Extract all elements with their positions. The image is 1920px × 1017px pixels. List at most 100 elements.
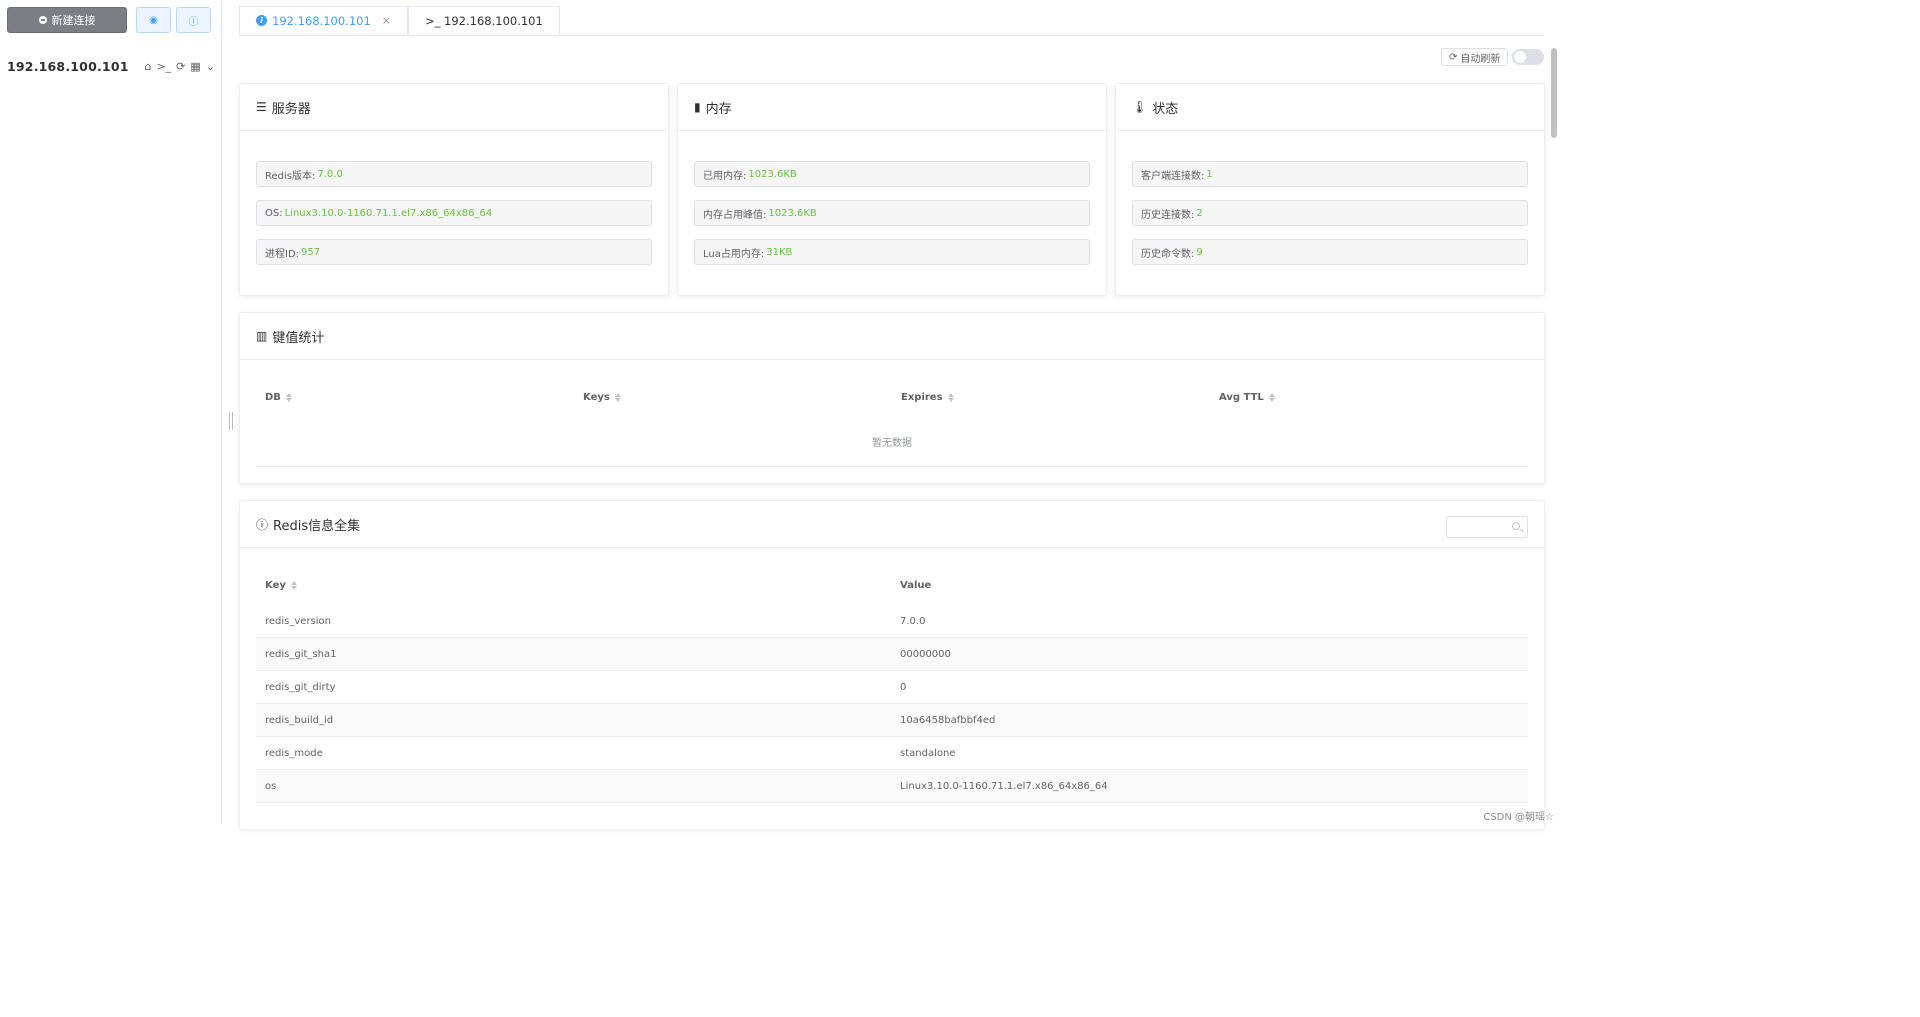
table-row[interactable]: redis_mode standalone xyxy=(256,737,1528,770)
watermark: CSDN @朝瑶☆ xyxy=(1483,812,1554,823)
bar-chart-icon: ▥ xyxy=(256,329,268,343)
connection-name: 192.168.100.101 xyxy=(7,58,129,74)
table-row[interactable]: redis_version 7.0.0 xyxy=(256,605,1528,638)
sort-icon[interactable] xyxy=(614,392,621,402)
tab-divider xyxy=(239,35,1544,36)
auto-refresh-toggle[interactable] xyxy=(1512,49,1544,65)
field-value: 957 xyxy=(301,246,321,258)
thermometer-icon: 🌡︎ xyxy=(1132,100,1148,114)
column-label: Keys xyxy=(583,391,610,403)
auto-refresh-label: 自动刷新 xyxy=(1460,53,1501,65)
sort-icon[interactable] xyxy=(285,392,292,402)
field-value: 1023.6KB xyxy=(748,168,797,180)
lua-memory-field: Lua占用内存: 31KB xyxy=(694,239,1090,265)
redis-info-header: ⓘ Redis信息全集 xyxy=(240,501,1544,548)
sort-icon[interactable] xyxy=(947,392,954,402)
field-value: 31KB xyxy=(766,246,793,258)
column-label: Expires xyxy=(901,391,943,403)
auto-refresh-button[interactable]: ⟳ 自动刷新 xyxy=(1441,48,1509,66)
table-row[interactable]: redis_git_sha1 00000000 xyxy=(256,638,1528,671)
new-connection-button[interactable]: 新建连接 xyxy=(7,7,127,33)
grid-icon[interactable]: ▦ xyxy=(190,60,200,73)
process-id-field: 进程ID: 957 xyxy=(256,239,652,265)
table-row[interactable]: redis_build_id 10a6458bafbbf4ed xyxy=(256,704,1528,737)
field-label: OS: xyxy=(265,207,283,219)
os-field: OS: Linux3.10.0-1160.71.1.el7.x86_64x86_6… xyxy=(256,200,652,226)
field-value: 1023.6KB xyxy=(768,207,817,219)
connection-actions: ⌂ >_ ⟳ ▦ ⌄ xyxy=(144,60,215,73)
redis-info-title: Redis信息全集 xyxy=(273,518,361,534)
field-value: 2 xyxy=(1196,207,1203,219)
panel-resize-handle[interactable] xyxy=(229,412,233,430)
field-value: 1 xyxy=(1206,168,1213,180)
table-row[interactable]: redis_git_dirty 0 xyxy=(256,671,1528,704)
memory-card-title: 内存 xyxy=(705,101,732,117)
server-card-title: 服务器 xyxy=(271,101,311,117)
redis-info-search-input[interactable] xyxy=(1446,516,1528,538)
redis-version-field: Redis版本: 7.0.0 xyxy=(256,161,652,187)
close-icon[interactable]: × xyxy=(382,14,391,27)
column-expires[interactable]: Expires xyxy=(892,387,1210,407)
row-key: redis_build_id xyxy=(265,714,334,726)
tab-info[interactable]: i 192.168.100.101 × xyxy=(239,6,408,35)
row-value: Linux3.10.0-1160.71.1.el7.x86_64x86_64 xyxy=(900,780,1108,792)
scrollbar-track[interactable] xyxy=(1550,44,1558,814)
row-value: standalone xyxy=(900,747,956,759)
row-key: redis_version xyxy=(265,615,332,627)
field-value: Linux3.10.0-1160.71.1.el7.x86_64x86_64 xyxy=(284,207,493,219)
server-icon: ☰ xyxy=(256,100,267,114)
record-icon: ◉ xyxy=(149,14,158,26)
new-connection-label: 新建连接 xyxy=(51,14,96,27)
redis-info-table-header: Key Value xyxy=(256,575,1528,595)
column-avg-ttl[interactable]: Avg TTL xyxy=(1210,387,1528,407)
minus-circle-icon xyxy=(38,16,47,24)
memory-icon: ▮ xyxy=(694,100,701,114)
total-connections-field: 历史连接数: 2 xyxy=(1132,200,1528,226)
status-card: 🌡︎ 状态 客户端连接数: 1 历史连接数: 2 历史命令数: 9 xyxy=(1115,83,1545,296)
field-label: 历史命令数: xyxy=(1141,248,1195,260)
field-value: 9 xyxy=(1196,246,1203,258)
column-label: Value xyxy=(900,579,932,591)
key-stats-header: ▥ 键值统计 xyxy=(240,313,1544,360)
status-card-title: 状态 xyxy=(1152,101,1179,117)
field-label: 进程ID: xyxy=(265,248,300,260)
connection-item[interactable]: 192.168.100.101 ⌂ >_ ⟳ ▦ ⌄ xyxy=(7,57,215,75)
tab-console[interactable]: >_ 192.168.100.101 xyxy=(408,6,560,35)
home-icon[interactable]: ⌂ xyxy=(144,60,151,73)
column-value: Value xyxy=(891,575,931,595)
field-label: 内存占用峰值: xyxy=(703,209,767,221)
client-connections-field: 客户端连接数: 1 xyxy=(1132,161,1528,187)
column-keys[interactable]: Keys xyxy=(574,387,892,407)
scrollbar-thumb[interactable] xyxy=(1551,48,1557,138)
field-label: 历史连接数: xyxy=(1141,209,1195,221)
info-circle-icon: ⓘ xyxy=(256,517,269,532)
used-memory-field: 已用内存: 1023.6KB xyxy=(694,161,1090,187)
column-db[interactable]: DB xyxy=(256,387,574,407)
tab-info-label: 192.168.100.101 xyxy=(272,13,371,28)
row-value: 0 xyxy=(900,681,907,693)
info-button[interactable]: ⓘ xyxy=(176,7,211,33)
terminal-icon[interactable]: >_ xyxy=(156,60,171,73)
redis-info-table-body: redis_version 7.0.0 redis_git_sha1 00000… xyxy=(256,605,1528,803)
row-value: 10a6458bafbbf4ed xyxy=(900,714,996,726)
row-key: os xyxy=(265,780,277,792)
info-circle-icon: ⓘ xyxy=(188,16,199,28)
empty-state: 暂无数据 xyxy=(872,438,912,449)
key-stats-card: ▥ 键值统计 DB Keys Expires Avg TTL 暂无数据 xyxy=(239,312,1545,484)
sort-icon[interactable] xyxy=(290,580,297,590)
sort-icon[interactable] xyxy=(1268,392,1275,402)
row-key: redis_mode xyxy=(265,747,323,759)
key-stats-title: 键值统计 xyxy=(272,330,325,346)
info-icon: i xyxy=(256,15,267,26)
status-card-header: 🌡︎ 状态 xyxy=(1116,84,1544,131)
server-card: ☰ 服务器 Redis版本: 7.0.0 OS: Linux3.10.0-1160.… xyxy=(239,83,669,296)
column-label: DB xyxy=(265,391,281,403)
field-label: 已用内存: xyxy=(703,170,747,182)
refresh-icon[interactable]: ⟳ xyxy=(176,60,185,73)
settings-button[interactable]: ◉ xyxy=(136,7,171,33)
column-label: Avg TTL xyxy=(1219,391,1264,403)
chevron-down-icon[interactable]: ⌄ xyxy=(206,60,215,73)
table-row[interactable]: os Linux3.10.0-1160.71.1.el7.x86_64x86_6… xyxy=(256,770,1528,803)
column-key[interactable]: Key xyxy=(256,575,891,595)
row-value: 7.0.0 xyxy=(900,615,926,627)
